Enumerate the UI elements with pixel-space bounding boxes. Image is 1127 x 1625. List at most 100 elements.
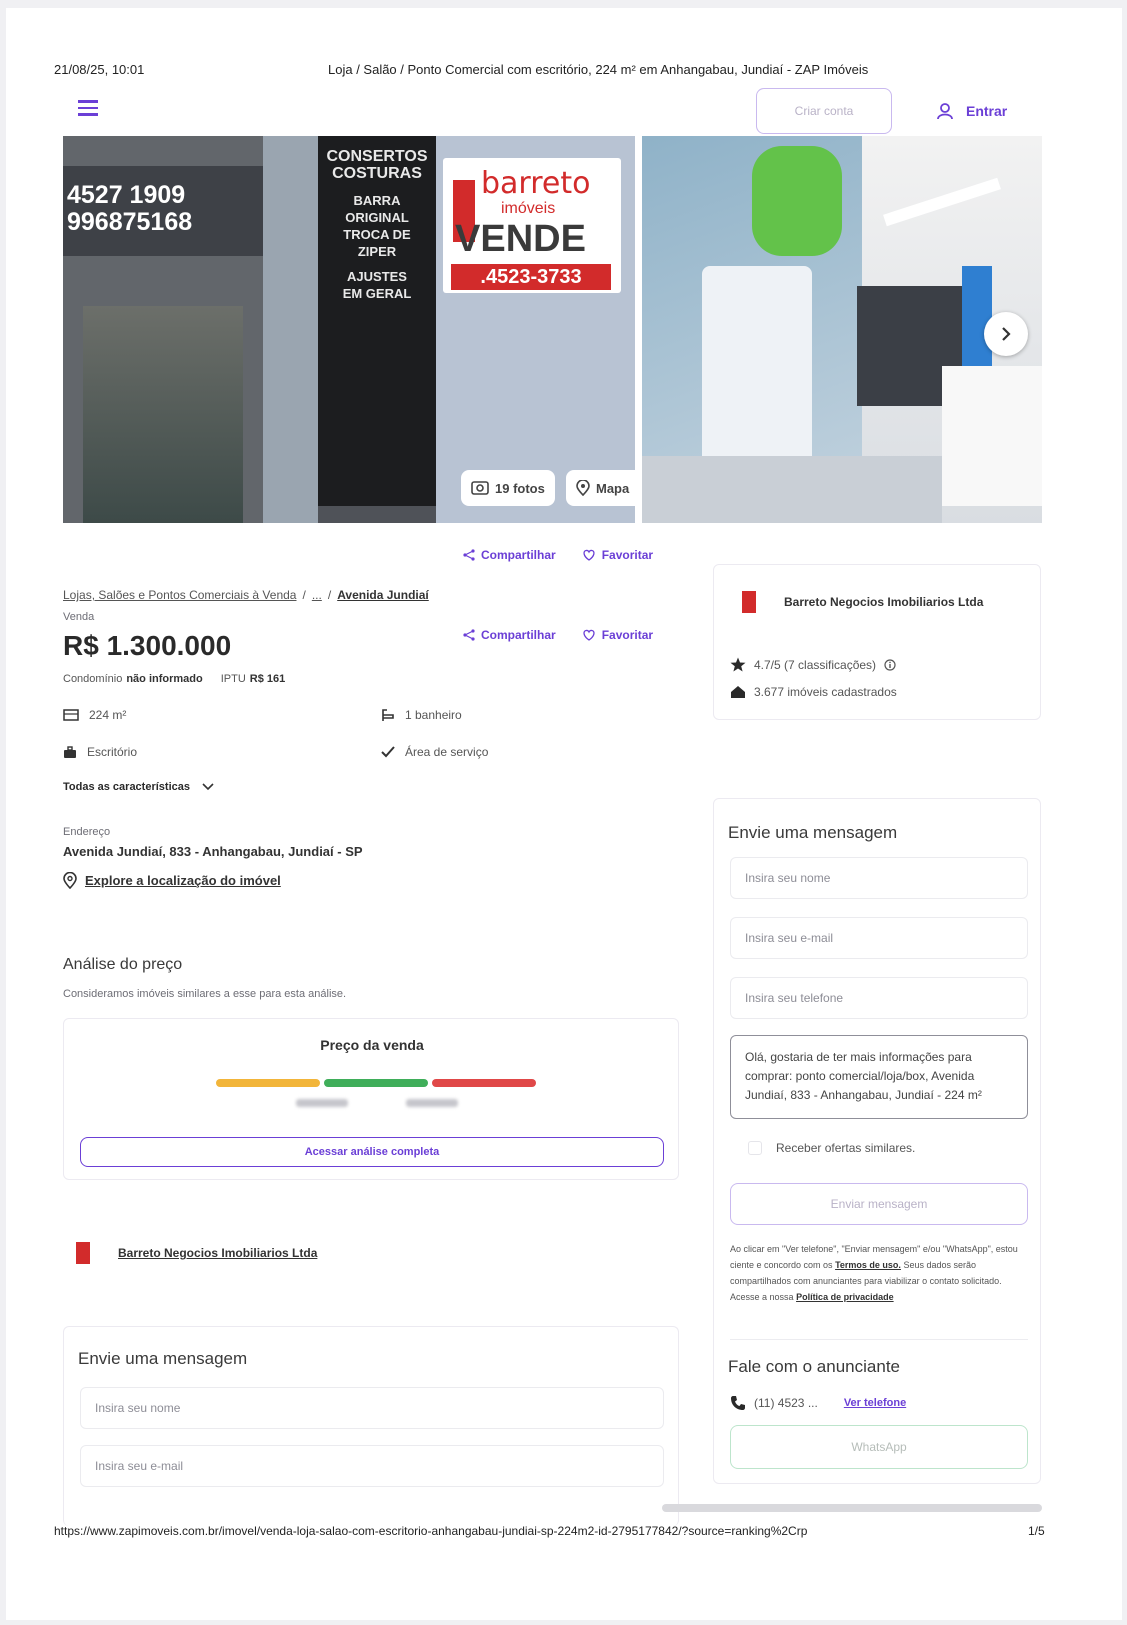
photos-button[interactable]: 19 fotos <box>461 470 555 506</box>
sign-line: BARRA <box>353 193 401 208</box>
create-account-button[interactable]: Criar conta <box>756 88 892 134</box>
advertiser-rating: 4.7/5 (7 classificações) <box>730 657 896 672</box>
similar-offers-checkbox[interactable]: Receber ofertas similares. <box>748 1141 915 1155</box>
phone-input[interactable]: Insira seu telefone <box>730 977 1028 1019</box>
favorite-label: Favoritar <box>601 628 654 642</box>
send-message-button[interactable]: Enviar mensagem <box>730 1183 1028 1225</box>
next-photo-button[interactable] <box>984 312 1028 356</box>
green-decoration <box>752 146 842 256</box>
message-form-card: Envie uma mensagem Insira seu nome Insir… <box>713 798 1041 1484</box>
photo-icon <box>471 481 489 495</box>
print-title: Loja / Salão / Ponto Comercial com escri… <box>328 62 869 77</box>
floor <box>642 456 942 523</box>
contact-phone-row: (11) 4523 ... Ver telefone <box>730 1395 906 1411</box>
bathtub-icon <box>382 709 394 721</box>
actions-row-top: Compartilhar Favoritar <box>463 548 653 562</box>
whatsapp-button[interactable]: WhatsApp <box>730 1425 1028 1469</box>
feature-area: 224 m² <box>63 708 126 722</box>
share-button[interactable]: Compartilhar <box>463 628 556 642</box>
print-datetime: 21/08/25, 10:01 <box>54 62 145 77</box>
phone-panel: 4527 1909 996875168 <box>63 166 263 256</box>
location-pin-icon <box>63 872 77 889</box>
info-icon[interactable] <box>884 658 896 671</box>
print-url: https://www.zapimoveis.com.br/imovel/ven… <box>54 1524 808 1538</box>
chevron-down-icon <box>202 783 214 791</box>
sign-line: ZIPER <box>357 244 397 259</box>
sign-phone: .4523-3733 <box>451 264 611 290</box>
address-text: Avenida Jundiaí, 833 - Anhangabau, Jundi… <box>63 844 363 859</box>
sign-line: COSTURAS <box>332 165 422 182</box>
show-phone-link[interactable]: Ver telefone <box>844 1397 906 1409</box>
contact-phone-text: (11) 4523 ... <box>754 1396 818 1410</box>
sign-brand-sub: imóveis <box>501 200 556 217</box>
explore-location-link[interactable]: Explore a localização do imóvel <box>63 872 281 889</box>
price-analysis-title: Análise do preço <box>63 956 183 973</box>
advertiser-card-logo <box>728 579 770 625</box>
share-label: Compartilhar <box>481 628 556 642</box>
star-icon <box>730 657 746 672</box>
message-textarea[interactable]: Olá, gostaria de ter mais informações pa… <box>730 1035 1028 1119</box>
map-button[interactable]: Mapa <box>566 470 635 506</box>
price-analysis-subtitle: Consideramos imóveis similares a esse pa… <box>63 988 347 1000</box>
bottom-email-input[interactable]: Insira seu e-mail <box>80 1445 664 1487</box>
advertiser-card-name[interactable]: Barreto Negocios Imobiliarios Ltda <box>784 595 983 609</box>
advertiser-listings-text: 3.677 imóveis cadastrados <box>754 685 897 699</box>
listing-photo-storefront[interactable]: 4527 1909 996875168 CONSERTOS COSTURAS B… <box>63 136 635 523</box>
sign-line: EM GERAL <box>342 286 412 301</box>
login-button[interactable]: Entrar <box>936 102 1007 120</box>
realtor-sign: barreto imóveis VENDE .4523-3733 <box>443 158 621 293</box>
all-features-toggle[interactable]: Todas as características <box>63 781 214 793</box>
user-icon <box>937 103 953 120</box>
column <box>263 136 318 523</box>
listing-photo-interior[interactable] <box>642 136 1042 523</box>
share-button[interactable]: Compartilhar <box>463 548 556 562</box>
horizontal-scrollbar[interactable] <box>662 1504 1042 1512</box>
breadcrumb-separator: / <box>327 588 332 602</box>
condo-label: Condomínio <box>63 673 123 685</box>
full-analysis-button[interactable]: Acessar análise completa <box>80 1137 664 1167</box>
favorite-button[interactable]: Favoritar <box>582 548 653 562</box>
feature-service-area-value: Área de serviço <box>405 745 489 759</box>
menu-icon[interactable] <box>78 100 98 116</box>
favorite-button[interactable]: Favoritar <box>582 628 653 642</box>
share-icon <box>463 629 475 641</box>
price-range-low-bar <box>216 1079 320 1087</box>
terms-link[interactable]: Termos de uso. <box>835 1260 901 1270</box>
counter <box>942 366 1042 506</box>
bottom-name-input[interactable]: Insira seu nome <box>80 1387 664 1429</box>
breadcrumb-category[interactable]: Lojas, Salões e Pontos Comerciais à Vend… <box>63 588 296 602</box>
heart-icon <box>583 629 595 641</box>
price-range-high-bar <box>432 1079 536 1087</box>
all-features-label: Todas as características <box>63 781 190 793</box>
breadcrumb-street[interactable]: Avenida Jundiaí <box>337 588 429 602</box>
heart-icon <box>583 549 595 561</box>
phone-icon <box>731 1396 745 1410</box>
advertiser-card: Barreto Negocios Imobiliarios Ltda 4.7/5… <box>713 564 1041 720</box>
privacy-link[interactable]: Política de privacidade <box>796 1292 894 1302</box>
hanging-clothes <box>702 266 812 466</box>
sign-line: CONSERTOS <box>326 148 428 165</box>
storefront-phone-2: 996875168 <box>67 208 193 236</box>
bottom-form-title: Envie uma mensagem <box>78 1349 248 1368</box>
feature-office: Escritório <box>63 745 137 759</box>
checkbox-box[interactable] <box>748 1141 762 1155</box>
breadcrumb-ellipsis[interactable]: ... <box>312 588 322 602</box>
iptu-label: IPTU <box>220 673 246 685</box>
check-icon <box>381 746 395 758</box>
breadcrumb: Lojas, Salões e Pontos Comerciais à Vend… <box>63 588 429 602</box>
sign-brand: barreto <box>481 166 591 201</box>
bottom-message-form: Envie uma mensagem Insira seu nome Insir… <box>63 1326 679 1526</box>
chevron-right-icon <box>1002 327 1011 341</box>
sign-line: AJUSTES <box>347 269 407 284</box>
price-range-fair-bar <box>324 1079 428 1087</box>
iptu-value: R$ 161 <box>249 673 286 685</box>
home-icon <box>731 686 745 698</box>
advertiser-name-link[interactable]: Barreto Negocios Imobiliarios Ltda <box>118 1246 317 1260</box>
name-input[interactable]: Insira seu nome <box>730 857 1028 899</box>
contact-title: Fale com o anunciante <box>728 1357 900 1376</box>
condo-value: não informado <box>126 673 203 685</box>
feature-bathrooms: 1 banheiro <box>381 708 462 722</box>
breadcrumb-separator: / <box>302 588 306 602</box>
sale-price-heading: Preço da venda <box>320 1037 424 1053</box>
email-input[interactable]: Insira seu e-mail <box>730 917 1028 959</box>
